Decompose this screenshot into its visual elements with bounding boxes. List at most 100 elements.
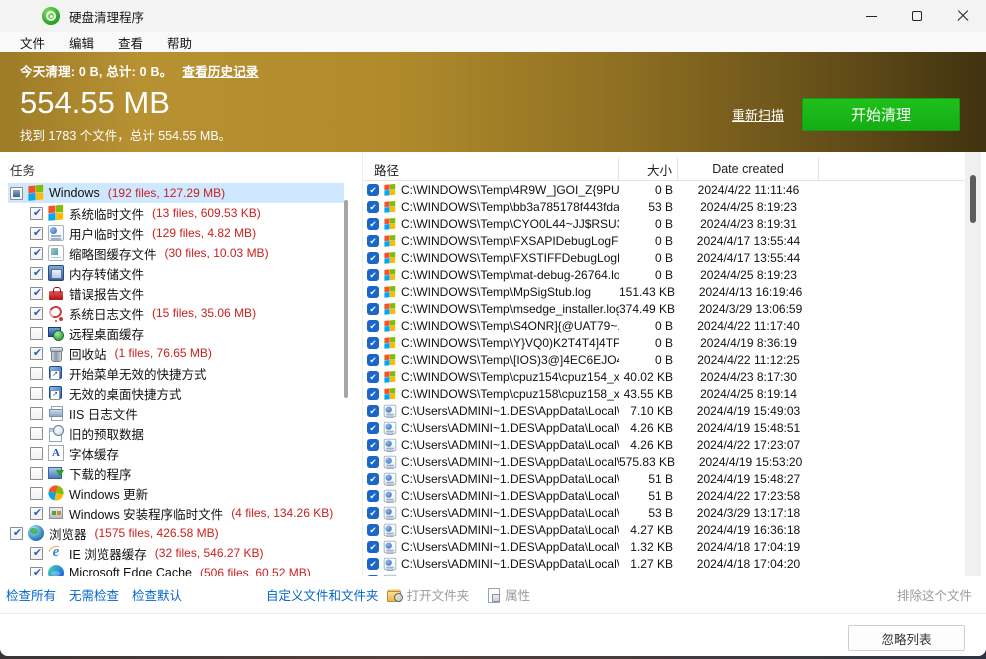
task-checkbox[interactable] — [30, 566, 44, 576]
task-checkbox[interactable] — [30, 386, 43, 400]
task-checkbox[interactable] — [30, 406, 43, 420]
close-button[interactable] — [940, 0, 986, 32]
column-header-date[interactable]: Date created — [678, 158, 819, 180]
task-item[interactable]: 用户临时文件 (129 files, 4.82 MB) — [8, 223, 344, 243]
file-checkbox[interactable] — [367, 455, 379, 468]
file-checkbox[interactable] — [367, 183, 379, 196]
file-row[interactable]: C:\Users\ADMINI~1.DES\AppData\Local\...5… — [363, 470, 965, 487]
rescan-link[interactable]: 重新扫描 — [732, 105, 784, 124]
task-item[interactable]: Windows 更新 — [8, 483, 344, 503]
task-checkbox[interactable] — [30, 446, 43, 460]
file-row[interactable]: C:\Users\ADMINI~1.DES\AppData\Local\... 7… — [363, 402, 965, 419]
file-row[interactable]: C:\WINDOWS\Temp\cpuz154\cpuz154_x... 40.0… — [363, 368, 965, 385]
file-row[interactable]: C:\Users\ADMINI~1.DES\AppData\Local\... 4… — [363, 419, 965, 436]
file-row[interactable]: C:\Users\ADMINI~1.DES\AppData\Local\... 4… — [363, 521, 965, 538]
column-header-size[interactable]: 大小 — [619, 158, 678, 180]
file-checkbox[interactable] — [367, 540, 379, 553]
task-checkbox[interactable] — [10, 186, 23, 200]
task-item[interactable]: 远程桌面缓存 — [8, 323, 344, 343]
ignore-list-button[interactable]: 忽略列表 — [848, 625, 965, 651]
file-row[interactable]: C:\WINDOWS\Temp\MpSigStub.log 151.43 KB 20… — [363, 283, 965, 300]
start-clean-button[interactable]: 开始清理 — [802, 98, 960, 131]
task-checkbox[interactable] — [30, 346, 44, 360]
task-item[interactable]: Microsoft Edge Cache (506 files, 60.52 MB… — [8, 563, 344, 576]
task-item[interactable]: 回收站 (1 files, 76.65 MB) — [8, 343, 344, 363]
file-row[interactable]: C:\Users\ADMINI~1.DES\AppData\Local\... 1… — [363, 538, 965, 555]
task-checkbox[interactable] — [30, 226, 44, 240]
file-row[interactable]: C:\Users\ADMINI~1.DES\AppData\Local\... 4… — [363, 436, 965, 453]
task-item[interactable]: 浏览器 (1575 files, 426.58 MB) — [8, 523, 344, 543]
task-item[interactable]: Windows 安装程序临时文件 (4 files, 134.26 KB) — [8, 503, 344, 523]
check-all-link[interactable]: 检查所有 — [6, 585, 56, 604]
tasks-scrollbar[interactable] — [344, 200, 348, 398]
file-checkbox[interactable] — [367, 523, 379, 536]
task-checkbox[interactable] — [30, 366, 43, 380]
task-item[interactable]: 字体缓存 — [8, 443, 344, 463]
file-checkbox[interactable] — [367, 336, 379, 349]
task-checkbox[interactable] — [30, 466, 43, 480]
task-checkbox[interactable] — [30, 426, 43, 440]
exclude-file-button[interactable]: 排除这个文件 — [897, 585, 972, 604]
column-header-path[interactable]: 路径 — [363, 158, 619, 180]
task-item[interactable]: 开始菜单无效的快捷方式 — [8, 363, 344, 383]
file-checkbox[interactable] — [367, 438, 379, 451]
file-row[interactable]: C:\WINDOWS\Temp\bb3a785178f443fda... 53 B… — [363, 198, 965, 215]
file-checkbox[interactable] — [367, 234, 379, 247]
file-row[interactable]: C:\WINDOWS\Temp\CYO0L44~JJ$RSU3... 0 B 202… — [363, 215, 965, 232]
file-checkbox[interactable] — [367, 472, 379, 485]
file-row[interactable]: C:\WINDOWS\Temp\mat-debug-26764.log 0 B 20… — [363, 266, 965, 283]
task-item[interactable]: 缩略图缓存文件 (30 files, 10.03 MB) — [8, 243, 344, 263]
task-item[interactable]: 内存转储文件 — [8, 263, 344, 283]
file-row[interactable]: C:\WINDOWS\Temp\S4ONR]{@UAT79~... 0 B 2024… — [363, 317, 965, 334]
task-item[interactable]: IIS 日志文件 — [8, 403, 344, 423]
view-history-link[interactable]: 查看历史记录 — [182, 65, 258, 79]
file-row[interactable]: C:\WINDOWS\Temp\Y}VQ0)K2T4T4]4TP... 0 B 20… — [363, 334, 965, 351]
task-item[interactable]: IE 浏览器缓存 (32 files, 546.27 KB) — [8, 543, 344, 563]
task-checkbox[interactable] — [30, 286, 44, 300]
task-item[interactable]: 下载的程序 — [8, 463, 344, 483]
task-checkbox[interactable] — [30, 306, 44, 320]
task-checkbox[interactable] — [10, 526, 24, 540]
menu-item-2[interactable]: 查看 — [106, 31, 155, 54]
task-checkbox[interactable] — [30, 506, 44, 520]
menu-item-0[interactable]: 文件 — [8, 31, 57, 54]
file-checkbox[interactable] — [367, 353, 379, 366]
task-checkbox[interactable] — [30, 486, 43, 500]
file-checkbox[interactable] — [367, 319, 379, 332]
minimize-button[interactable] — [848, 0, 894, 32]
task-checkbox[interactable] — [30, 206, 44, 220]
check-none-link[interactable]: 无需检查 — [69, 585, 119, 604]
task-item[interactable]: 系统日志文件 (15 files, 35.06 MB) — [8, 303, 344, 323]
file-checkbox[interactable] — [367, 200, 379, 213]
file-checkbox[interactable] — [367, 251, 379, 264]
task-item[interactable]: 无效的桌面快捷方式 — [8, 383, 344, 403]
file-checkbox[interactable] — [367, 268, 379, 281]
custom-files-link[interactable]: 自定义文件和文件夹 — [266, 585, 379, 604]
task-item[interactable]: Windows (192 files, 127.29 MB) — [8, 183, 344, 203]
properties-button[interactable]: 属性 — [505, 585, 530, 604]
file-checkbox[interactable] — [367, 506, 379, 519]
task-checkbox[interactable] — [30, 246, 44, 260]
file-row[interactable]: C:\WINDOWS\Temp\4R9W_]GOI_Z{9PU... 0 B 202… — [363, 181, 965, 198]
file-row[interactable]: C:\Users\ADMINI~1.DES\AppData\Local\...5… — [363, 453, 965, 470]
file-row[interactable]: C:\WINDOWS\Temp\[IOS)3@]4EC6EJO4... 0 B 20… — [363, 351, 965, 368]
file-row[interactable]: C:\WINDOWS\Temp\FXSAPIDebugLogFil... 0 B 2… — [363, 232, 965, 249]
file-row[interactable]: C:\WINDOWS\Temp\msedge_installer.log374.… — [363, 300, 965, 317]
files-scrollbar-thumb[interactable] — [970, 175, 976, 223]
file-checkbox[interactable] — [367, 302, 379, 315]
file-row[interactable]: C:\WINDOWS\Temp\FXSTIFFDebugLogFil... 0 B… — [363, 249, 965, 266]
maximize-button[interactable] — [894, 0, 940, 32]
file-checkbox[interactable] — [367, 217, 379, 230]
task-item[interactable]: 旧的预取数据 — [8, 423, 344, 443]
file-checkbox[interactable] — [367, 404, 379, 417]
task-checkbox[interactable] — [30, 546, 44, 560]
file-row[interactable]: C:\Users\ADMINI~1.DES\AppData\Local\... 1… — [363, 555, 965, 572]
check-default-link[interactable]: 检查默认 — [132, 585, 182, 604]
file-row[interactable]: C:\WINDOWS\Temp\cpuz158\cpuz158_x... 43.5… — [363, 385, 965, 402]
file-checkbox[interactable] — [367, 370, 379, 383]
file-checkbox[interactable] — [367, 489, 379, 502]
file-row[interactable]: C:\Users\ADMINI~1.DES\AppData\Local\...5… — [363, 504, 965, 521]
file-checkbox[interactable] — [367, 421, 379, 434]
file-row[interactable]: C:\Users\ADMINI~1.DES\AppData\Local\...5… — [363, 487, 965, 504]
task-item[interactable]: 系统临时文件 (13 files, 609.53 KB) — [8, 203, 344, 223]
